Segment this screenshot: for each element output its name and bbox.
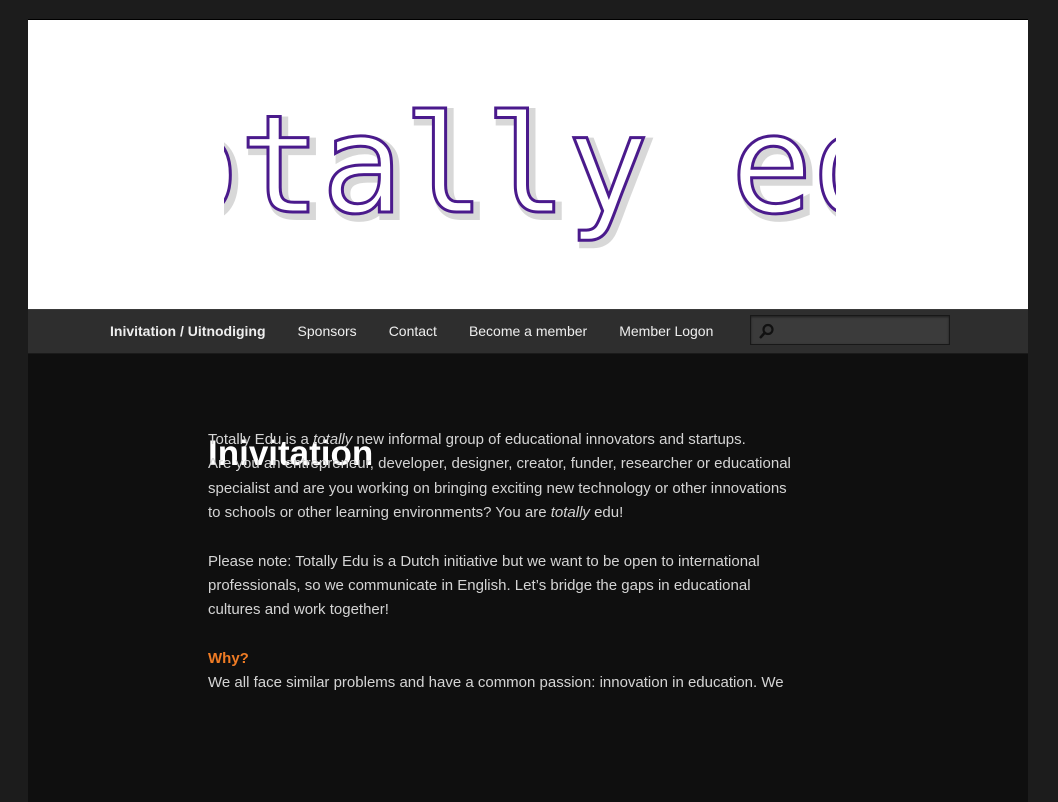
- site-header: totally edu totally edu: [28, 20, 1028, 309]
- intro-paragraph: Totally Edu is a totally new informal gr…: [208, 428, 798, 526]
- intro-text: new informal group of educational innova…: [352, 431, 746, 448]
- nav-item-contact[interactable]: Contact: [373, 310, 453, 353]
- nav-item-become-member[interactable]: Become a member: [453, 310, 603, 353]
- search-box[interactable]: [750, 315, 950, 345]
- intro-emphasis: totally: [313, 431, 353, 448]
- why-heading: Why?: [208, 649, 249, 667]
- intro-emphasis: totally: [550, 504, 590, 522]
- why-section: Why? We all face similar problems and hav…: [208, 647, 798, 696]
- article-content: Totally Edu is a totally new informal gr…: [208, 428, 798, 720]
- note-paragraph: Please note: Totally Edu is a Dutch init…: [208, 552, 760, 619]
- search-input[interactable]: [779, 320, 947, 342]
- site-logo[interactable]: totally edu totally edu: [224, 104, 836, 254]
- nav-item-member-logon[interactable]: Member Logon: [603, 310, 729, 353]
- nav-item-sponsors[interactable]: Sponsors: [282, 310, 373, 353]
- navigation-bar: Inivitation / Uitnodiging Sponsors Conta…: [28, 309, 1028, 354]
- search-icon[interactable]: [759, 323, 775, 339]
- why-text: We all face similar problems and have a …: [208, 674, 784, 692]
- intro-text: Are you an entrepreneur, developer, desi…: [208, 455, 791, 522]
- intro-text: edu!: [589, 504, 624, 522]
- main-menu: Inivitation / Uitnodiging Sponsors Conta…: [94, 310, 729, 353]
- logo-text: totally edu: [224, 104, 836, 245]
- nav-item-invitation[interactable]: Inivitation / Uitnodiging: [94, 310, 282, 353]
- intro-text: Totally Edu is a: [208, 431, 314, 448]
